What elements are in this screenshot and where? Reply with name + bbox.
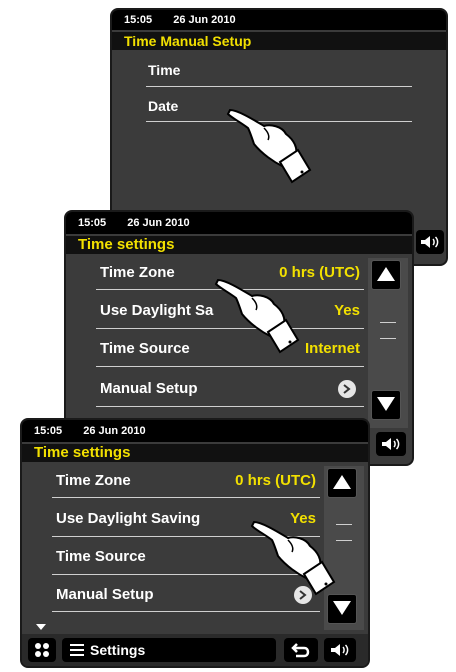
list-item-label: Use Daylight Sa	[100, 302, 214, 319]
home-button[interactable]	[28, 638, 56, 662]
status-bar: 15:05 26 Jun 2010	[112, 10, 446, 30]
screen-time-settings-front: 15:05 26 Jun 2010 Time settings Time Zon…	[20, 418, 370, 668]
list-item-label: Manual Setup	[100, 380, 198, 397]
list-item-label: Manual Setup	[56, 586, 154, 603]
volume-icon	[421, 236, 439, 248]
back-icon	[291, 643, 310, 658]
pointing-hand-icon	[214, 278, 300, 354]
list-item-label: Date	[148, 98, 179, 114]
status-bar: 15:05 26 Jun 2010	[66, 212, 412, 234]
volume-icon	[331, 644, 349, 656]
up-arrow-icon	[333, 475, 351, 489]
settings-menu-button[interactable]: Settings	[62, 638, 276, 662]
status-time: 15:05	[34, 425, 63, 437]
divider	[146, 86, 412, 87]
scroll-down-button[interactable]	[371, 390, 401, 420]
menu-label: Settings	[90, 642, 146, 658]
page-title: Time settings	[66, 236, 412, 254]
status-date: 26 Jun 2010	[83, 425, 146, 437]
volume-icon	[382, 438, 400, 450]
divider	[96, 366, 364, 367]
scroll-up-button[interactable]	[371, 260, 401, 290]
status-time: 15:05	[78, 217, 107, 229]
down-arrow-icon	[377, 397, 395, 411]
pointing-hand-icon	[226, 108, 312, 184]
scroll-thumb[interactable]	[336, 540, 352, 541]
list-item-value: Yes	[334, 302, 360, 319]
back-button[interactable]	[284, 638, 318, 662]
home-grid-icon	[35, 643, 49, 657]
menu-icon	[70, 644, 84, 656]
volume-button[interactable]	[416, 230, 444, 254]
divider	[96, 406, 364, 407]
scroll-thumb[interactable]	[380, 322, 396, 323]
list-item-value: Internet	[304, 340, 360, 357]
list-item-label: Use Daylight Saving	[56, 510, 201, 527]
down-arrow-icon	[333, 601, 351, 615]
list-item-time[interactable]: Time	[148, 62, 408, 78]
list-item-label: Time	[148, 62, 181, 78]
chevron-right-icon[interactable]	[338, 380, 356, 398]
scroll-thumb[interactable]	[380, 338, 396, 339]
status-date: 26 Jun 2010	[127, 217, 190, 229]
up-arrow-icon	[377, 267, 395, 281]
list-item-label: Time Source	[100, 340, 190, 357]
scroll-up-button[interactable]	[327, 468, 357, 498]
list-item-time-zone[interactable]: Time Zone 0 hrs (UTC)	[56, 472, 316, 489]
divider	[52, 611, 320, 612]
volume-button[interactable]	[324, 638, 356, 662]
list-item-value: 0 hrs (UTC)	[235, 472, 316, 489]
pointing-hand-icon	[250, 520, 336, 596]
status-time: 15:05	[124, 14, 153, 26]
status-date: 26 Jun 2010	[173, 14, 236, 26]
page-title: Time Manual Setup	[112, 32, 446, 50]
page-title: Time settings	[22, 444, 368, 462]
list-item-manual-setup[interactable]: Manual Setup	[100, 380, 360, 397]
volume-button[interactable]	[376, 432, 406, 456]
list-item-label: Time Zone	[56, 472, 131, 489]
scroll-thumb[interactable]	[336, 524, 352, 525]
list-item-label: Time Source	[56, 548, 146, 565]
more-below-icon	[36, 624, 46, 630]
status-bar: 15:05 26 Jun 2010	[22, 420, 368, 442]
list-item-label: Time Zone	[100, 264, 175, 281]
divider	[52, 497, 320, 498]
bottom-bar: Settings	[22, 634, 368, 666]
